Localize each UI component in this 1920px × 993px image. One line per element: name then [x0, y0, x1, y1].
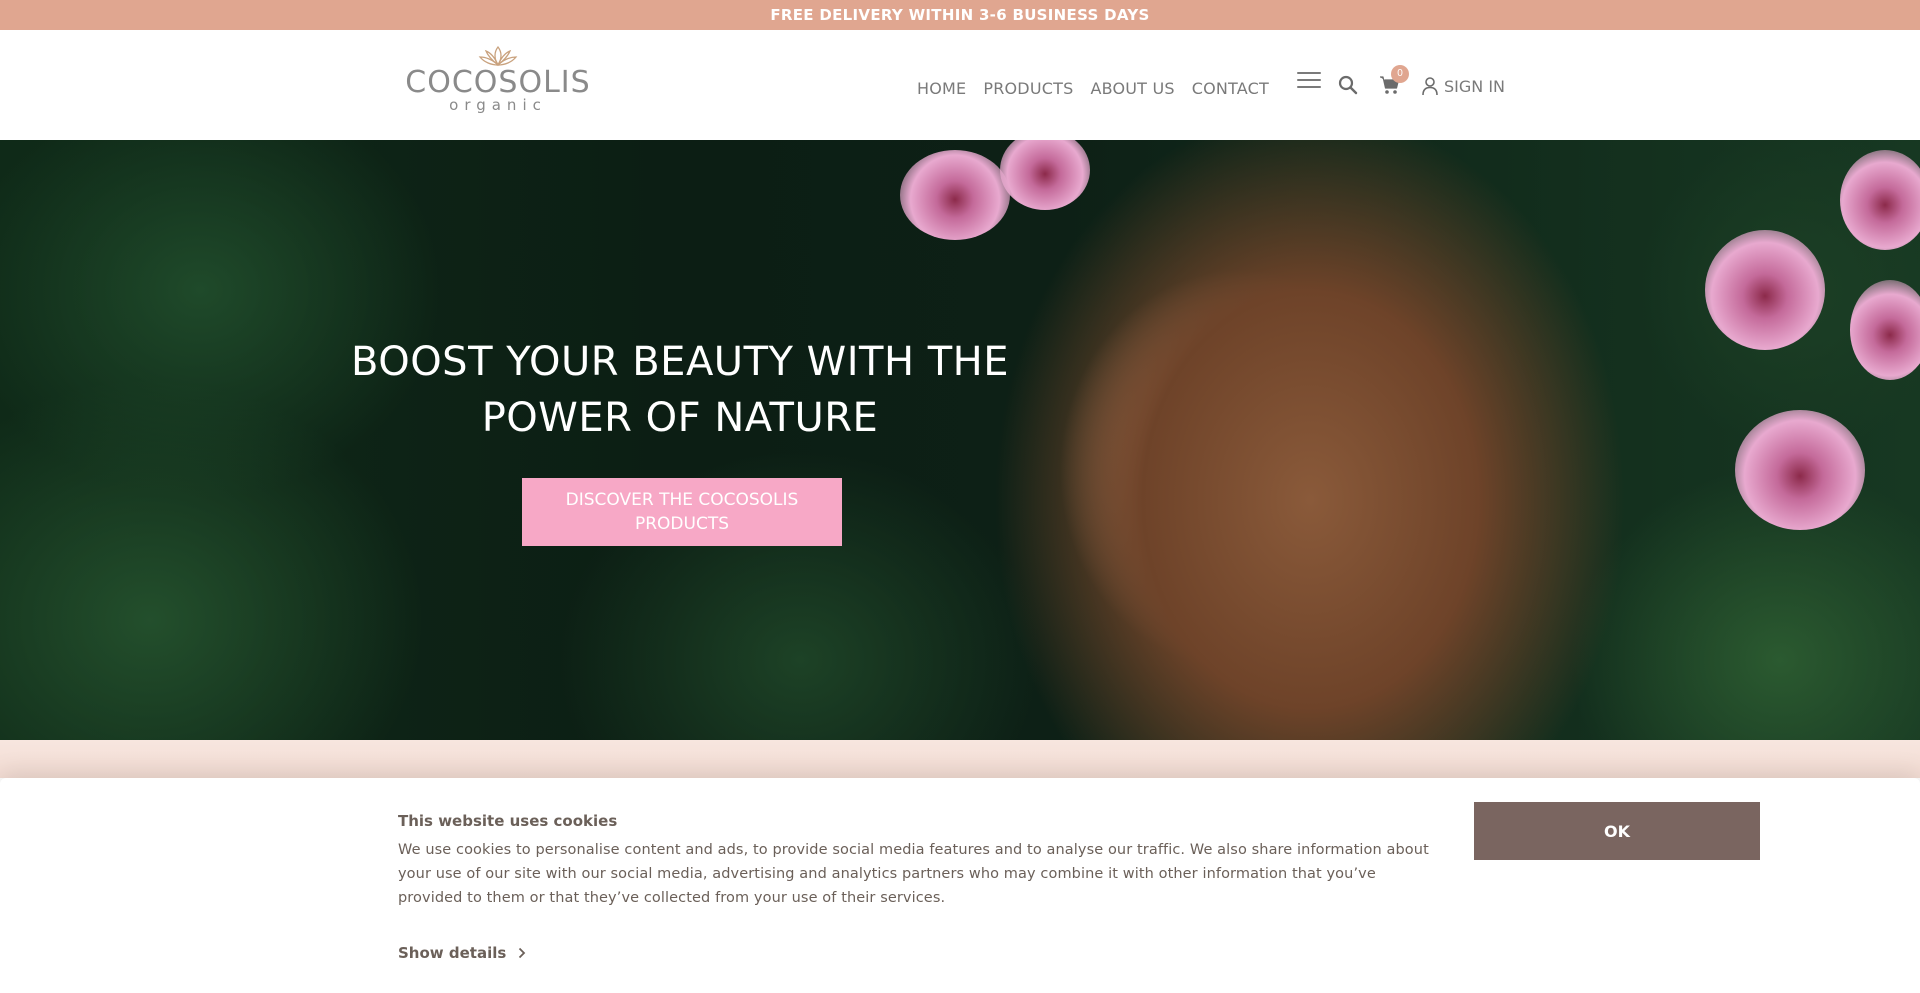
user-icon	[1422, 77, 1438, 96]
hero-flower	[1850, 280, 1920, 380]
hero-banner: BOOST YOUR BEAUTY WITH THE POWER OF NATU…	[0, 140, 1920, 740]
nav-about-us[interactable]: ABOUT US	[1090, 79, 1174, 98]
site-header: COCOSOLIS organic HOME PRODUCTS ABOUT US…	[0, 30, 1920, 140]
sign-in-label: SIGN IN	[1444, 76, 1506, 96]
hero-flower	[1840, 150, 1920, 250]
discover-products-button[interactable]: DISCOVER THE COCOSOLIS PRODUCTS	[522, 478, 842, 546]
hero-flower	[1735, 410, 1865, 530]
section-band	[0, 740, 1920, 778]
hamburger-menu-icon[interactable]	[1297, 72, 1321, 92]
chevron-right-icon	[519, 947, 526, 959]
show-details-label: Show details	[398, 944, 507, 962]
cookie-banner: This website uses cookies We use cookies…	[0, 778, 1920, 993]
nav-contact[interactable]: CONTACT	[1192, 79, 1269, 98]
hero-title: BOOST YOUR BEAUTY WITH THE POWER OF NATU…	[330, 334, 1030, 446]
cookie-description: We use cookies to personalise content an…	[398, 842, 1429, 906]
hero-flower	[900, 150, 1010, 240]
nav-products[interactable]: PRODUCTS	[983, 79, 1073, 98]
sign-in-link[interactable]: SIGN IN	[1422, 74, 1505, 98]
search-icon[interactable]	[1338, 75, 1358, 95]
hero-title-line-2: POWER OF NATURE	[481, 395, 879, 441]
cookie-ok-button[interactable]: OK	[1474, 802, 1760, 860]
logo-wordmark: COCOSOLIS	[405, 65, 591, 100]
cart-count-badge: 0	[1391, 65, 1409, 83]
show-details-link[interactable]: Show details	[398, 944, 526, 962]
logo[interactable]: COCOSOLIS organic	[398, 44, 598, 128]
announcement-bar: FREE DELIVERY WITHIN 3-6 BUSINESS DAYS	[0, 0, 1920, 30]
hero-title-line-1: BOOST YOUR BEAUTY WITH THE	[350, 339, 1010, 385]
hero-flower	[1000, 140, 1090, 210]
announcement-text: FREE DELIVERY WITHIN 3-6 BUSINESS DAYS	[770, 6, 1150, 24]
nav-home[interactable]: HOME	[917, 79, 966, 98]
hero-flower	[1705, 230, 1825, 350]
main-nav: HOME PRODUCTS ABOUT US CONTACT	[917, 74, 1286, 102]
cookie-title: This website uses cookies	[398, 812, 618, 830]
